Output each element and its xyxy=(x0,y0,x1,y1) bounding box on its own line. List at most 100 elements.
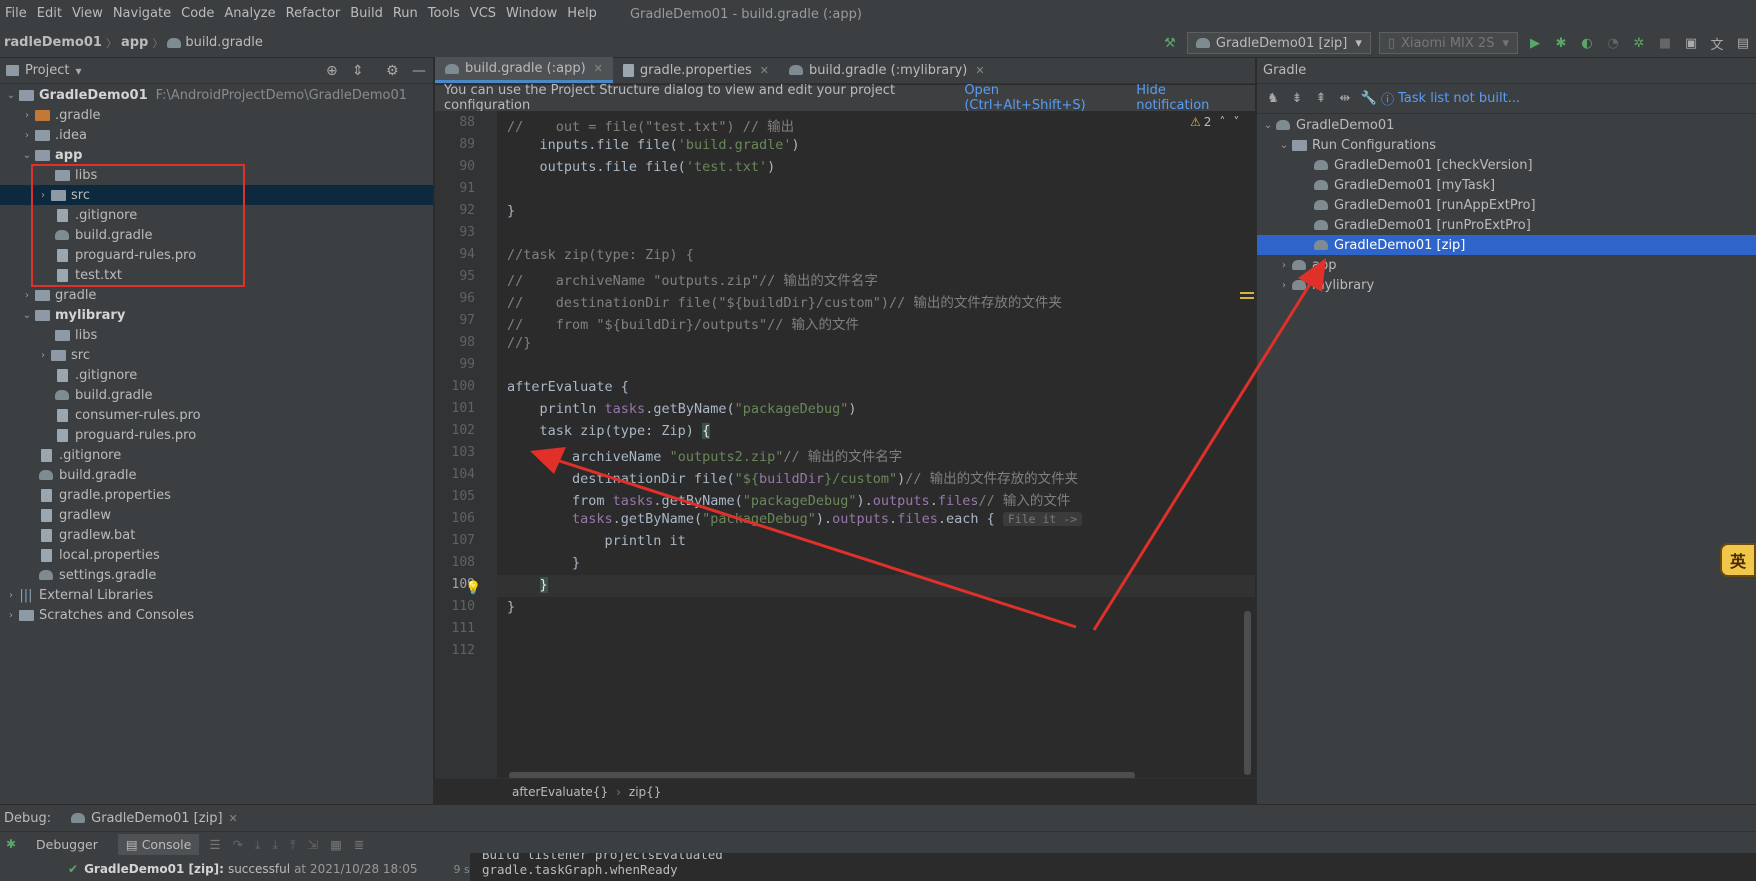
coverage-icon[interactable]: ◐ xyxy=(1576,32,1598,54)
collapse-all-icon[interactable]: ⇕ xyxy=(352,63,364,79)
run-to-cursor-icon[interactable]: ⇲ xyxy=(308,837,318,852)
menu-build[interactable]: Build xyxy=(345,0,388,28)
bug-icon[interactable]: ✱ xyxy=(6,837,16,851)
translate-icon[interactable]: 文 xyxy=(1706,32,1728,54)
tab-build-gradle-app[interactable]: build.gradle (:app) ✕ xyxy=(435,57,613,83)
collapsed-arrow-icon[interactable]: › xyxy=(20,110,34,121)
menu-window[interactable]: Window xyxy=(501,0,562,28)
collapsed-arrow-icon[interactable]: › xyxy=(1277,260,1291,271)
tree-item-mylibrary[interactable]: ⌄ mylibrary xyxy=(0,305,433,325)
tree-item-root-gitignore[interactable]: .gitignore xyxy=(0,445,433,465)
tree-item-lib-proguard[interactable]: proguard-rules.pro xyxy=(0,425,433,445)
menu-view[interactable]: View xyxy=(67,0,108,28)
gear-icon[interactable]: ⚙ xyxy=(386,63,399,79)
collapsed-arrow-icon[interactable]: › xyxy=(20,130,34,141)
code-editor[interactable]: // out = file("test.txt") // 输出 inputs.f… xyxy=(497,111,1255,778)
tab-debugger[interactable]: Debugger xyxy=(36,837,98,852)
tree-item-app[interactable]: ⌄ app xyxy=(0,145,433,165)
locate-icon[interactable]: ⊕ xyxy=(326,63,338,79)
tree-item-lib-build-gradle[interactable]: build.gradle xyxy=(0,385,433,405)
stop-icon[interactable]: ■ xyxy=(1654,32,1676,54)
tree-item-lib-gitignore[interactable]: .gitignore xyxy=(0,365,433,385)
gradle-config-my-task[interactable]: GradleDemo01 [myTask] xyxy=(1257,175,1756,195)
force-step-into-icon[interactable]: ⤓ xyxy=(273,837,279,853)
open-project-structure-link[interactable]: Open (Ctrl+Alt+Shift+S) xyxy=(964,83,1118,113)
gradle-config-check-version[interactable]: GradleDemo01 [checkVersion] xyxy=(1257,155,1756,175)
tab-gradle-properties[interactable]: gradle.properties ✕ xyxy=(613,57,779,83)
menu-refactor[interactable]: Refactor xyxy=(281,0,346,28)
profile-icon[interactable]: ◔ xyxy=(1602,32,1624,54)
menu-icon[interactable]: ☰ xyxy=(209,837,220,852)
menu-tools[interactable]: Tools xyxy=(423,0,465,28)
ime-language-badge[interactable]: 英 xyxy=(1720,543,1756,577)
evaluate-icon[interactable]: ▦ xyxy=(330,837,342,852)
tree-item-local-properties[interactable]: local.properties xyxy=(0,545,433,565)
gradle-config-run-app-ext-pro[interactable]: GradleDemo01 [runAppExtPro] xyxy=(1257,195,1756,215)
menu-navigate[interactable]: Navigate xyxy=(108,0,176,28)
collapse-all-icon[interactable]: ⇞ xyxy=(1309,91,1333,106)
inspection-widget[interactable]: ⚠ 2 ˄ ˅ xyxy=(1190,115,1239,129)
breadcrumb-file[interactable]: build.gradle xyxy=(181,35,267,50)
tree-item-root-build-gradle[interactable]: build.gradle xyxy=(0,465,433,485)
collapsed-arrow-icon[interactable]: › xyxy=(20,290,34,301)
tree-item-gradlew-bat[interactable]: gradlew.bat xyxy=(0,525,433,545)
hide-panel-icon[interactable]: — xyxy=(412,63,426,79)
expanded-arrow-icon[interactable]: ⌄ xyxy=(1277,140,1291,151)
tree-item-scratches[interactable]: › Scratches and Consoles xyxy=(0,605,433,625)
wrench-icon[interactable]: 🔧 xyxy=(1357,91,1381,106)
gradle-config-zip[interactable]: GradleDemo01 [zip] xyxy=(1257,235,1756,255)
hide-notification-link[interactable]: Hide notification xyxy=(1136,83,1239,113)
trace-icon[interactable]: ≣ xyxy=(354,837,364,852)
menu-vcs[interactable]: VCS xyxy=(465,0,501,28)
gradle-tree-root[interactable]: ⌄ GradleDemo01 xyxy=(1257,115,1756,135)
debug-session-tab[interactable]: GradleDemo01 [zip] xyxy=(91,811,222,826)
tree-item-external-libraries[interactable]: › ||| External Libraries xyxy=(0,585,433,605)
expand-all-icon[interactable]: ⇟ xyxy=(1285,91,1309,106)
gradle-elephant-icon[interactable]: ♞ xyxy=(1261,91,1285,106)
tab-build-gradle-mylibrary[interactable]: build.gradle (:mylibrary) ✕ xyxy=(779,57,995,83)
chevron-down-icon[interactable]: ˅ xyxy=(1233,115,1239,129)
gradle-tree-run-configurations[interactable]: ⌄ Run Configurations xyxy=(1257,135,1756,155)
collapsed-arrow-icon[interactable]: › xyxy=(4,590,18,601)
collapsed-arrow-icon[interactable]: › xyxy=(4,610,18,621)
menu-edit[interactable]: Edit xyxy=(32,0,67,28)
error-stripe-mark[interactable] xyxy=(1240,297,1254,299)
gradle-config-run-pro-ext-pro[interactable]: GradleDemo01 [runProExtPro] xyxy=(1257,215,1756,235)
step-out-icon[interactable]: ⤒ xyxy=(290,837,296,853)
menu-analyze[interactable]: Analyze xyxy=(219,0,280,28)
menu-file[interactable]: File xyxy=(0,0,32,28)
breadcrumb-project[interactable]: radleDemo01 xyxy=(0,35,106,50)
close-icon[interactable]: ✕ xyxy=(229,812,238,825)
lightbulb-icon[interactable]: 💡 xyxy=(465,581,481,596)
debug-icon[interactable]: ✱ xyxy=(1550,32,1572,54)
run-config-select[interactable]: GradleDemo01 [zip] ▾ xyxy=(1186,32,1371,54)
breadcrumb-after-evaluate[interactable]: afterEvaluate{} xyxy=(512,785,608,799)
vertical-scrollbar[interactable] xyxy=(1244,611,1251,775)
caret-down-icon[interactable]: ▾ xyxy=(75,64,81,78)
close-icon[interactable]: ✕ xyxy=(975,64,984,77)
tree-item-settings-gradle[interactable]: settings.gradle xyxy=(0,565,433,585)
step-over-icon[interactable]: ↷ xyxy=(233,837,243,852)
error-stripe-mark[interactable] xyxy=(1240,292,1254,294)
breadcrumb-module[interactable]: app xyxy=(117,35,152,50)
tree-item-lib-libs[interactable]: libs xyxy=(0,325,433,345)
tree-item-gradle[interactable]: › gradle xyxy=(0,285,433,305)
collapsed-arrow-icon[interactable]: › xyxy=(36,350,50,361)
expanded-arrow-icon[interactable]: ⌄ xyxy=(20,310,34,321)
project-view-title[interactable]: Project xyxy=(25,63,69,78)
hammer-icon[interactable]: ⚒ xyxy=(1159,32,1181,54)
tree-item-dot-gradle[interactable]: › .gradle xyxy=(0,105,433,125)
attach-debugger-icon[interactable]: ✲ xyxy=(1628,32,1650,54)
tree-item-lib-src[interactable]: › src xyxy=(0,345,433,365)
console-output[interactable]: Build listener projectsEvaluated gradle.… xyxy=(470,853,1756,881)
tree-item-gradlew[interactable]: gradlew xyxy=(0,505,433,525)
tree-item-gradle-properties[interactable]: gradle.properties xyxy=(0,485,433,505)
tree-item-root[interactable]: ⌄ GradleDemo01 F:\AndroidProjectDemo\Gra… xyxy=(0,85,433,105)
tree-item-lib-consumer-rules[interactable]: consumer-rules.pro xyxy=(0,405,433,425)
gradle-tree-mylibrary[interactable]: › mylibrary xyxy=(1257,275,1756,295)
chevron-up-icon[interactable]: ˄ xyxy=(1219,115,1225,129)
link-icon[interactable]: ⇹ xyxy=(1333,91,1357,106)
close-icon[interactable]: ✕ xyxy=(594,62,603,75)
task-list-info-link[interactable]: Task list not built... xyxy=(1398,91,1520,106)
breadcrumb-zip[interactable]: zip{} xyxy=(629,785,662,799)
